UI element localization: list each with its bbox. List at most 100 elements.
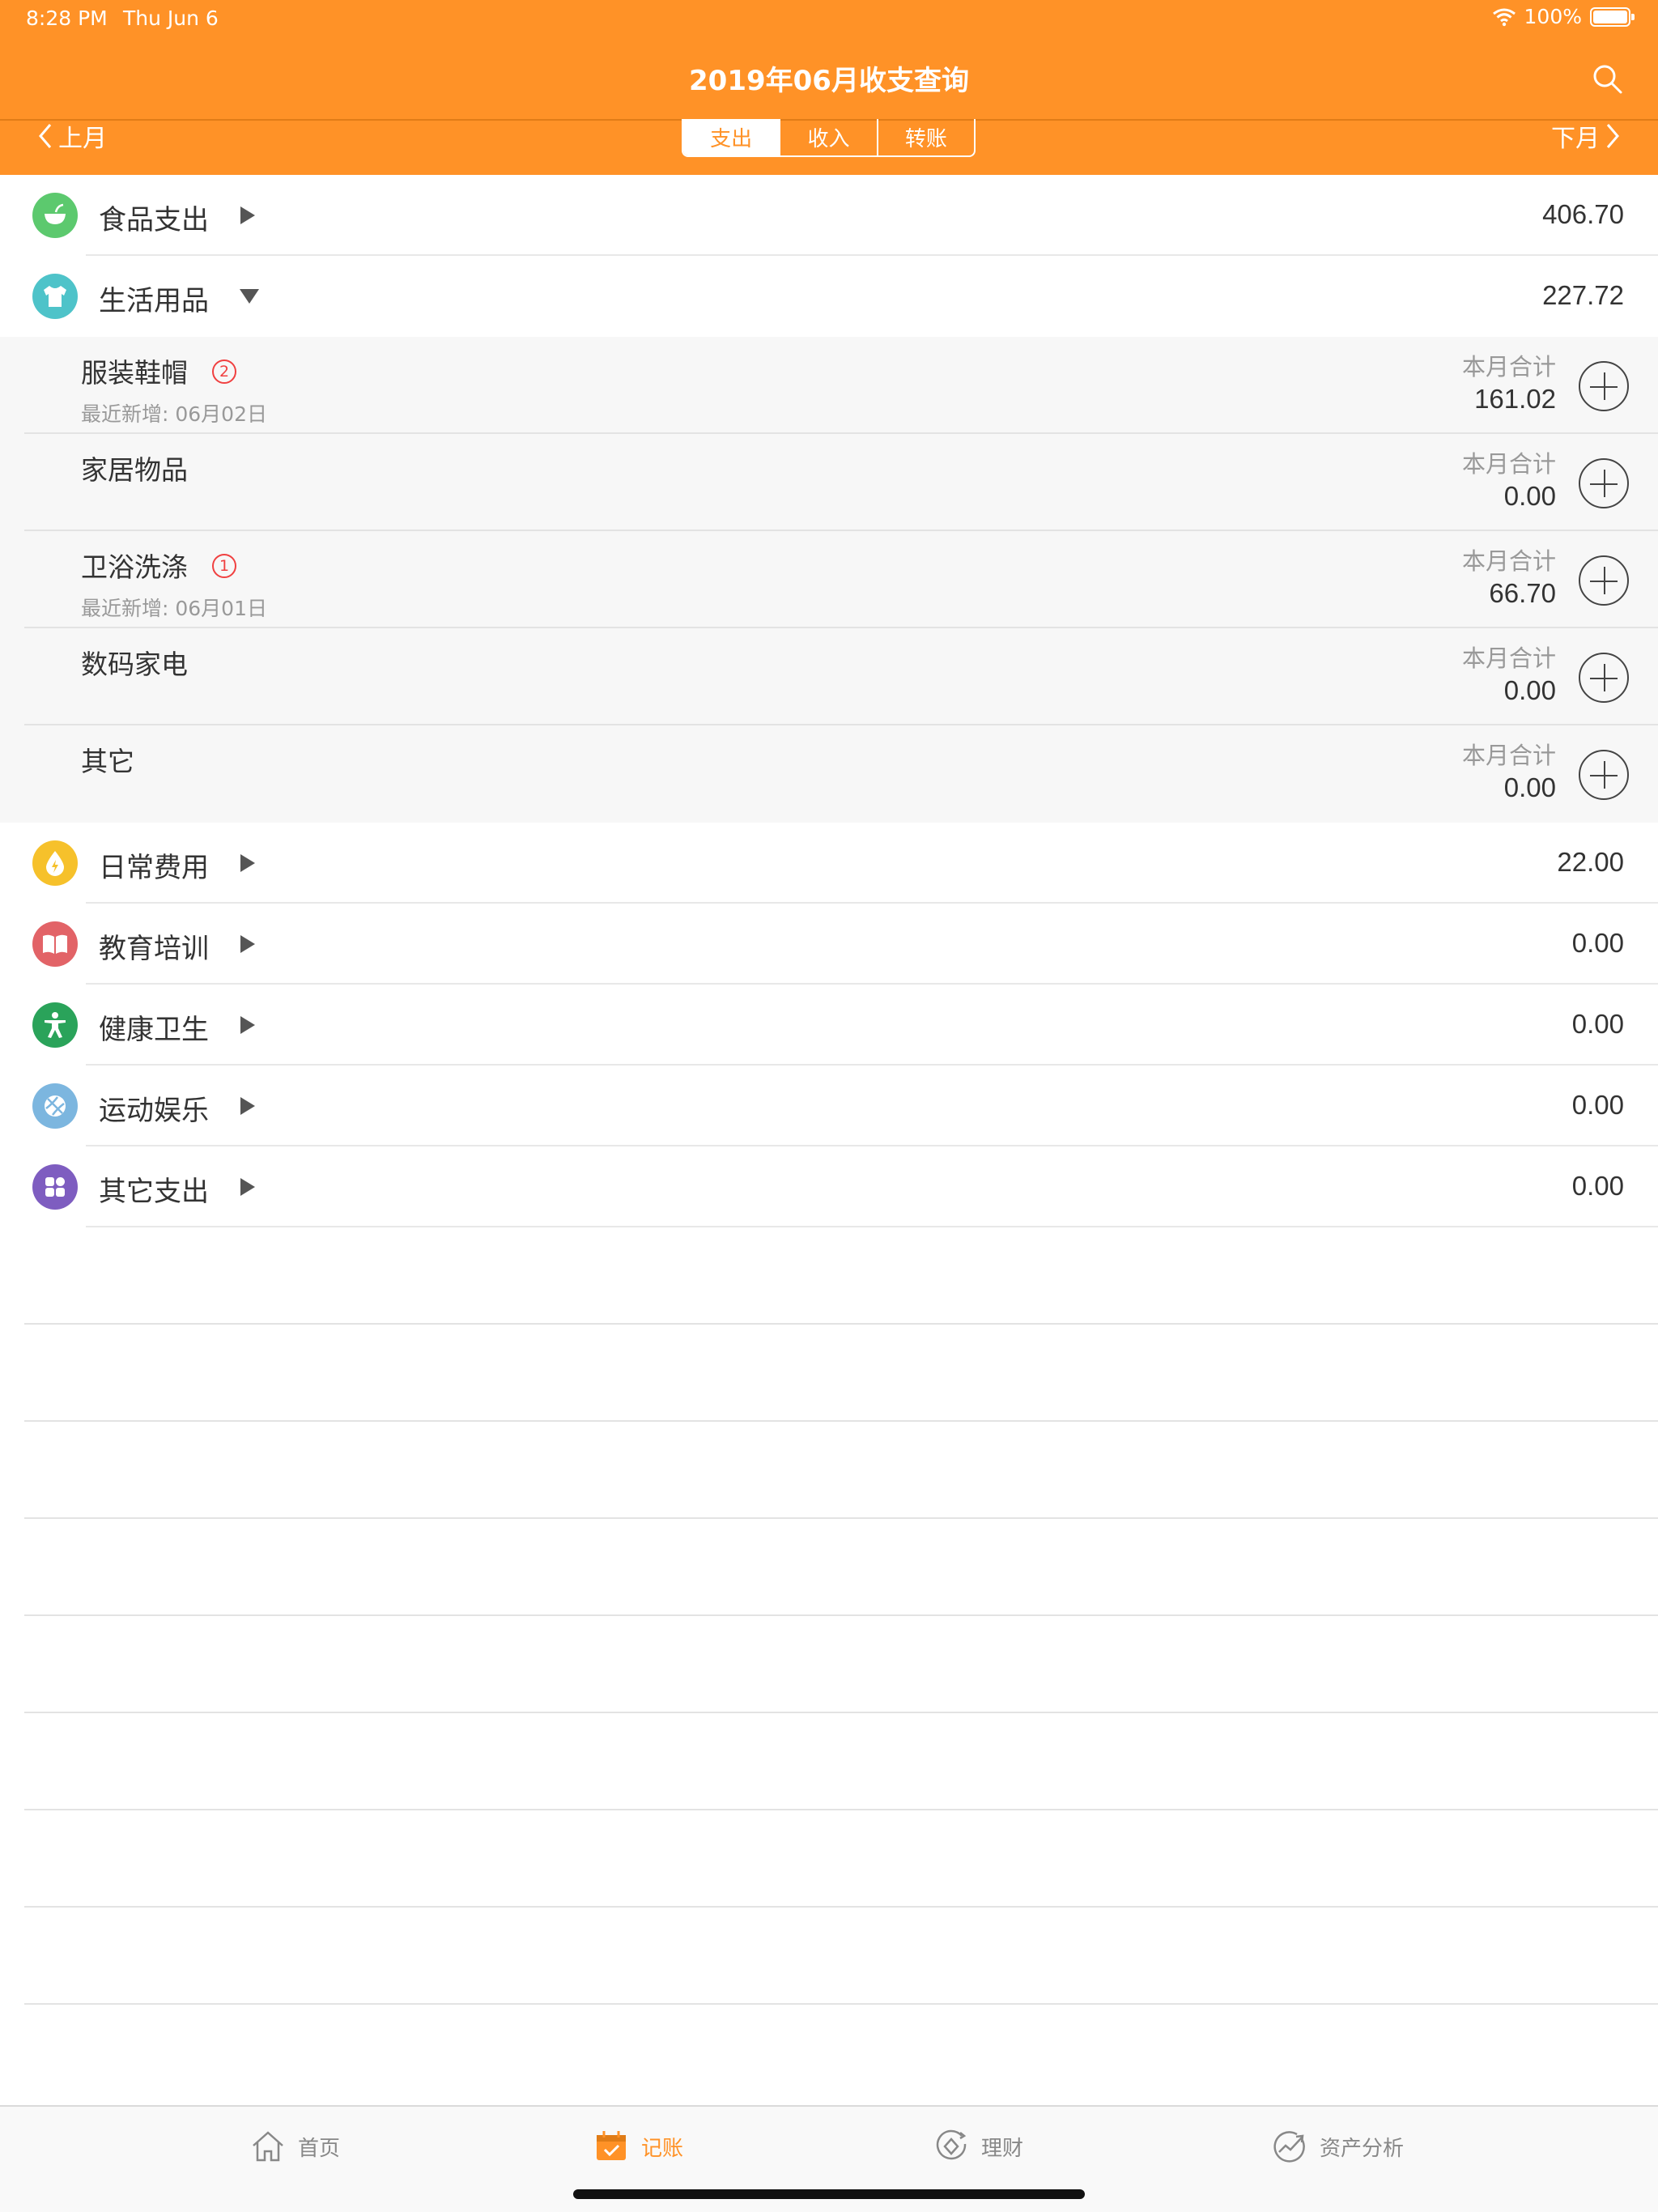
segment-transfer[interactable]: 转账	[876, 119, 974, 155]
month-total-label: 本月合计	[1461, 450, 1556, 478]
row-divider	[24, 2003, 1658, 2005]
home-icon	[253, 2131, 283, 2162]
subcategory-row[interactable]: 其它 本月合计 0.00	[0, 725, 1658, 823]
prev-month-label: 上月	[58, 125, 107, 153]
next-month-label: 下月	[1551, 125, 1600, 153]
category-amount: 0.00	[1571, 1009, 1624, 1039]
shirt-icon	[32, 274, 78, 319]
category-amount: 0.00	[1571, 1171, 1624, 1201]
count-badge: 2	[212, 359, 236, 384]
category-row-daily-goods[interactable]: 生活用品 227.72	[0, 256, 1658, 337]
row-divider	[24, 1712, 1658, 1713]
subcategory-name: 卫浴洗涤	[81, 551, 188, 583]
bowl-icon	[32, 193, 78, 238]
month-total-value: 161.02	[1474, 384, 1556, 414]
category-name: 运动娱乐	[99, 1095, 209, 1127]
battery-icon	[1590, 6, 1635, 27]
finance-icon	[936, 2129, 967, 2160]
book-icon	[32, 921, 78, 967]
add-record-button[interactable]	[1579, 653, 1629, 703]
category-row-food[interactable]: 食品支出 406.70	[0, 175, 1658, 256]
month-total-label: 本月合计	[1461, 644, 1556, 672]
page-title: 2019年06月收支查询	[689, 65, 969, 97]
category-name: 生活用品	[99, 285, 209, 317]
recent-added-date: 最近新增: 06月02日	[81, 402, 267, 426]
category-row-other[interactable]: 其它支出 0.00	[0, 1146, 1658, 1227]
count-badge: 1	[212, 554, 236, 578]
category-name: 日常费用	[99, 852, 209, 884]
subcategory-row[interactable]: 数码家电 本月合计 0.00	[0, 628, 1658, 725]
row-divider	[24, 1517, 1658, 1519]
subcategory-row[interactable]: 服装鞋帽 2 最近新增: 06月02日 本月合计 161.02	[0, 337, 1658, 434]
row-divider	[24, 1323, 1658, 1325]
triangle-right-icon	[240, 206, 255, 224]
category-amount: 22.00	[1557, 847, 1624, 877]
subcategory-row[interactable]: 卫浴洗涤 1 最近新增: 06月01日 本月合计 66.70	[0, 531, 1658, 628]
category-row-sports[interactable]: 运动娱乐 0.00	[0, 1066, 1658, 1146]
month-total-label: 本月合计	[1461, 742, 1556, 769]
category-amount: 227.72	[1542, 280, 1624, 310]
tab-label: 首页	[298, 2136, 341, 2161]
next-month-button[interactable]: 下月	[1551, 118, 1621, 154]
add-record-button[interactable]	[1579, 361, 1629, 411]
segment-expense[interactable]: 支出	[683, 119, 780, 155]
month-total-label: 本月合计	[1461, 547, 1556, 575]
subcategory-row[interactable]: 家居物品 本月合计 0.00	[0, 434, 1658, 531]
category-name: 其它支出	[99, 1176, 209, 1208]
row-divider	[24, 1906, 1658, 1908]
category-name: 教育培训	[99, 933, 209, 965]
category-amount: 0.00	[1571, 1090, 1624, 1120]
calendar-check-icon	[597, 2131, 626, 2160]
accessibility-icon	[32, 1002, 78, 1048]
subcategory-name: 数码家电	[81, 649, 188, 680]
triangle-right-icon	[240, 1178, 255, 1196]
chevron-right-icon	[1606, 124, 1619, 148]
add-record-button[interactable]	[1579, 458, 1629, 508]
home-indicator[interactable]	[573, 2189, 1085, 2199]
status-right: 100%	[1492, 5, 1635, 28]
trend-chart-icon	[1273, 2131, 1305, 2163]
tab-asset-analysis[interactable]: 资产分析	[1271, 2128, 1404, 2165]
header-bar: 8:28 PM Thu Jun 6 100% 2019年06月收支查询 上月 支…	[0, 0, 1658, 175]
prev-month-button[interactable]: 上月	[37, 118, 107, 154]
category-row-education[interactable]: 教育培训 0.00	[0, 904, 1658, 985]
row-divider	[24, 1809, 1658, 1810]
add-record-button[interactable]	[1579, 555, 1629, 606]
add-record-button[interactable]	[1579, 750, 1629, 800]
type-segmented-control: 支出 收入 转账	[682, 119, 976, 157]
status-time: 8:28 PM	[26, 6, 108, 30]
tab-bookkeeping[interactable]: 记账	[593, 2128, 683, 2165]
month-total-value: 0.00	[1503, 481, 1556, 511]
category-row-health[interactable]: 健康卫生 0.00	[0, 985, 1658, 1066]
row-divider	[86, 1226, 1658, 1227]
tab-label: 资产分析	[1320, 2136, 1405, 2161]
month-total-label: 本月合计	[1461, 353, 1556, 381]
category-name: 食品支出	[99, 204, 209, 236]
tab-home[interactable]: 首页	[249, 2128, 340, 2165]
recent-added-date: 最近新增: 06月01日	[81, 597, 267, 620]
category-row-daily-expenses[interactable]: 日常费用 22.00	[0, 823, 1658, 904]
month-total-value: 0.00	[1503, 675, 1556, 705]
category-amount: 0.00	[1571, 928, 1624, 958]
subcategory-list: 服装鞋帽 2 最近新增: 06月02日 本月合计 161.02 家居物品 本月合…	[0, 337, 1658, 823]
search-icon[interactable]	[1590, 62, 1626, 97]
segment-income[interactable]: 收入	[779, 119, 876, 155]
triangle-down-icon	[240, 289, 259, 304]
triangle-right-icon	[240, 935, 255, 953]
triangle-right-icon	[240, 1097, 255, 1115]
month-total-value: 66.70	[1489, 578, 1556, 608]
category-amount: 406.70	[1542, 199, 1624, 229]
battery-percent: 100%	[1524, 5, 1582, 28]
month-total-value: 0.00	[1503, 772, 1556, 802]
row-divider	[24, 1420, 1658, 1422]
subcategory-name: 家居物品	[81, 454, 188, 486]
grid-icon	[32, 1164, 78, 1210]
ball-icon	[32, 1083, 78, 1129]
tab-finance[interactable]: 理财	[933, 2128, 1023, 2165]
triangle-right-icon	[240, 854, 255, 872]
triangle-right-icon	[240, 1016, 255, 1034]
subcategory-name: 服装鞋帽	[81, 357, 188, 389]
status-bar: 8:28 PM Thu Jun 6 100%	[0, 0, 1658, 39]
category-name: 健康卫生	[99, 1014, 209, 1046]
chevron-left-icon	[39, 124, 52, 148]
